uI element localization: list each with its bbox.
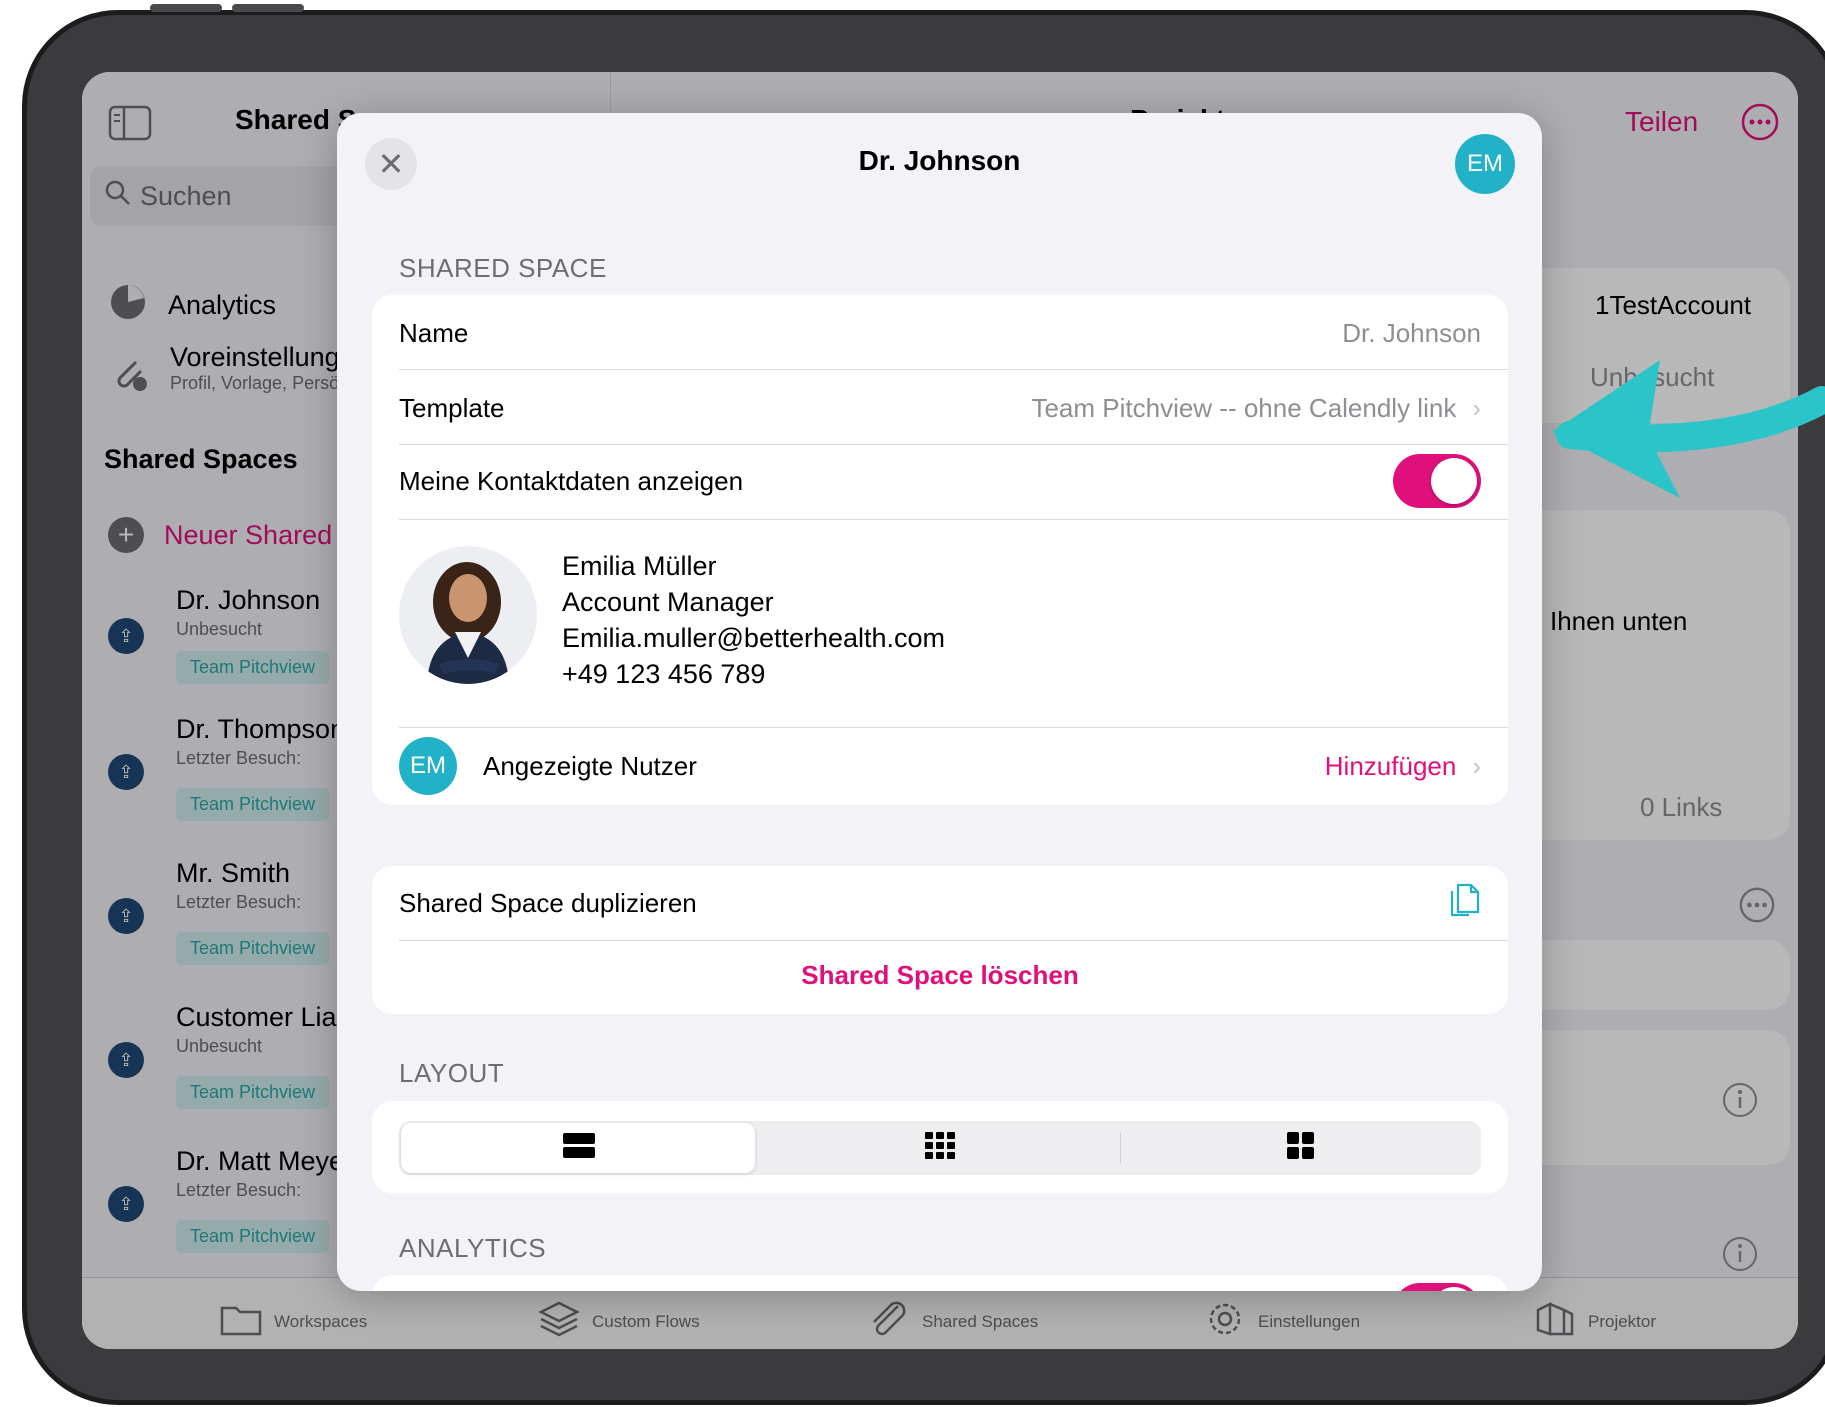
contact-details: Emilia Müller Account Manager Emilia.mul…: [562, 548, 945, 692]
delete-label: Shared Space löschen: [801, 960, 1079, 990]
divider: [399, 940, 1508, 941]
modal-title: Dr. Johnson: [858, 145, 1021, 176]
contact-toggle-row: Meine Kontaktdaten anzeigen: [399, 453, 1481, 509]
actions-group: Shared Space duplizieren Shared Space lö…: [372, 866, 1508, 1014]
avatar-initials: EM: [1467, 150, 1503, 177]
users-label: Angezeigte Nutzer: [483, 750, 697, 781]
hardware-button: [232, 4, 304, 12]
divider: [399, 369, 1508, 370]
avatar: EM: [399, 737, 457, 795]
contact-card: Emilia Müller Account Manager Emilia.mul…: [372, 520, 1508, 710]
duplicate-icon: [1449, 881, 1481, 926]
analytics-group: [372, 1275, 1508, 1291]
grid-small-layout-icon: [925, 1131, 955, 1165]
section-header-shared-space: SHARED SPACE: [399, 253, 607, 283]
contact-email: Emilia.muller@betterhealth.com: [562, 623, 946, 653]
layout-grid-small-option[interactable]: [760, 1121, 1120, 1175]
avatar[interactable]: EM: [1455, 134, 1515, 194]
grid-large-layout-icon: [1287, 1131, 1315, 1165]
name-value: Dr. Johnson: [1342, 317, 1481, 348]
duplicate-row[interactable]: Shared Space duplizieren: [399, 883, 1481, 920]
duplicate-label: Shared Space duplizieren: [399, 887, 697, 918]
name-row[interactable]: Name Dr. Johnson: [399, 317, 1481, 349]
contact-toggle[interactable]: [1393, 454, 1481, 508]
users-row[interactable]: EM Angezeigte Nutzer Hinzufügen ›: [399, 735, 1481, 797]
contact-phone: +49 123 456 789: [562, 659, 766, 689]
chevron-right-icon: ›: [1472, 392, 1481, 423]
layout-segmented-control: [399, 1121, 1481, 1175]
layout-list-option[interactable]: [399, 1121, 759, 1175]
name-label: Name: [399, 317, 469, 348]
analytics-toggle[interactable]: [1393, 1283, 1481, 1291]
avatar-initials: EM: [410, 752, 446, 779]
annotation-arrow-icon: [1552, 360, 1825, 498]
contact-name: Emilia Müller: [562, 551, 717, 581]
template-row[interactable]: Template Team Pitchview -- ohne Calendly…: [399, 392, 1481, 424]
hardware-button: [150, 4, 222, 12]
layout-grid-large-option[interactable]: [1121, 1121, 1481, 1175]
divider: [399, 444, 1508, 445]
section-header-layout: LAYOUT: [399, 1058, 505, 1088]
section-header-analytics: ANALYTICS: [399, 1233, 547, 1263]
shared-space-group: Name Dr. Johnson Template Team Pitchview…: [372, 295, 1508, 805]
template-label: Template: [399, 392, 505, 423]
layout-group: [372, 1101, 1508, 1193]
template-value: Team Pitchview -- ohne Calendly link: [1031, 392, 1457, 423]
toggle-knob: [1431, 458, 1477, 504]
shared-space-settings-modal: ✕ Dr. Johnson EM SHARED SPACE Name Dr. J…: [337, 113, 1542, 1291]
divider: [399, 727, 1508, 728]
chevron-right-icon: ›: [1472, 750, 1481, 781]
delete-button[interactable]: Shared Space löschen: [372, 960, 1508, 991]
add-users-link[interactable]: Hinzufügen: [1325, 751, 1457, 782]
contact-photo: [399, 546, 537, 684]
contact-role: Account Manager: [562, 587, 774, 617]
list-layout-icon: [563, 1132, 595, 1165]
toggle-knob: [1431, 1287, 1477, 1291]
contact-toggle-label: Meine Kontaktdaten anzeigen: [399, 465, 744, 496]
